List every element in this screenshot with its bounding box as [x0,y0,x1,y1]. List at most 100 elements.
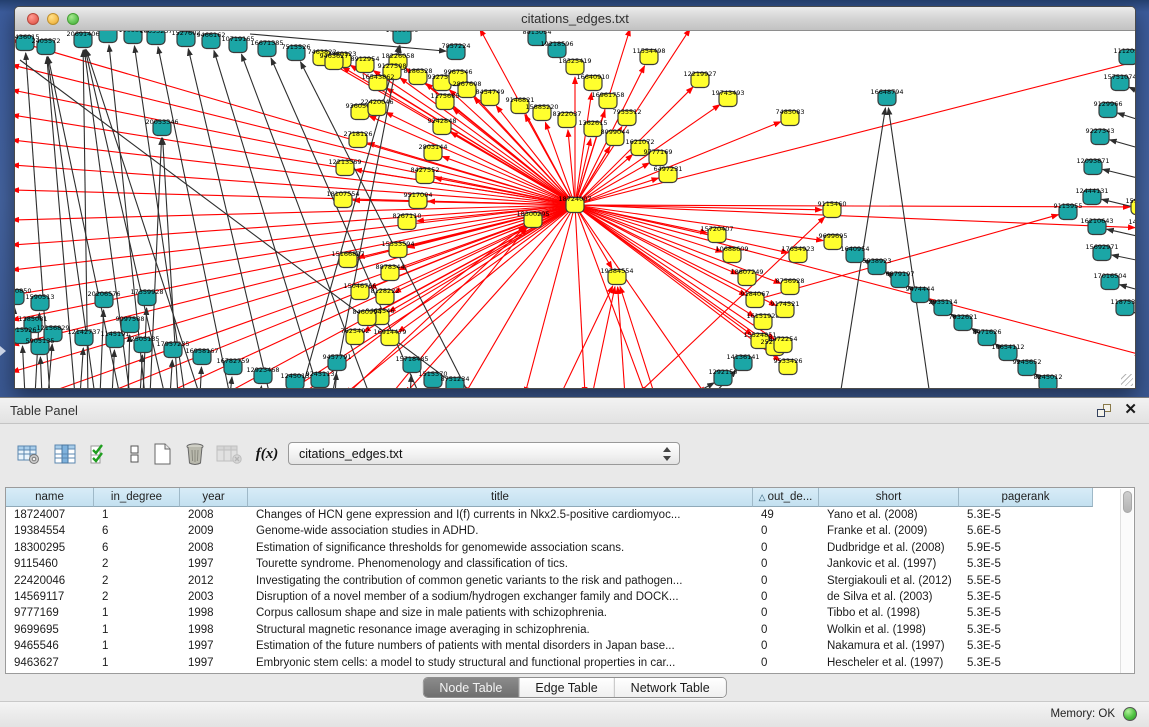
cell-title[interactable]: Corpus callosum shape and size in male p… [248,605,753,621]
float-panel-icon[interactable] [1097,404,1111,417]
graph-node-2803144[interactable]: 2803144 [419,143,448,161]
column-header-name[interactable]: name [6,488,94,507]
cell-out_de[interactable]: 49 [753,507,819,523]
graph-node-15692971[interactable]: 15692971 [1085,243,1118,261]
delete-column-button[interactable] [214,438,244,470]
cell-pagerank[interactable]: 5.9E-5 [959,540,1093,556]
cell-short[interactable]: Hescheler et al. (1997) [819,655,959,671]
table-row[interactable]: 977716911998Corpus callosum shape and si… [6,605,1120,621]
graph-node-8878344[interactable]: 8878344 [376,263,405,281]
graph-node-18325419[interactable]: 18325419 [558,57,591,75]
graph-node-15353594[interactable]: 15353594 [381,240,414,258]
graph-node-9129966[interactable]: 9129966 [1094,100,1123,118]
show-columns-button[interactable] [50,438,80,470]
cell-in_degree[interactable]: 2 [94,556,180,572]
graph-node-8454749[interactable]: 8454749 [476,88,505,106]
cell-out_de[interactable]: 0 [753,622,819,638]
cell-name[interactable]: 9777169 [6,605,94,621]
function-builder-button[interactable]: f(x) [252,438,282,470]
table-selector-dropdown[interactable]: citations_edges.txt [288,442,680,465]
cell-out_de[interactable]: 0 [753,655,819,671]
column-header-pagerank[interactable]: pagerank [959,488,1093,507]
graph-node-8322037[interactable]: 8322037 [553,110,582,128]
row-options-button[interactable] [120,438,150,470]
graph-node-16648794[interactable]: 16648794 [870,88,903,106]
graph-node-19743493[interactable]: 19743493 [711,89,744,107]
graph-node-16782759[interactable]: 16782759 [216,357,249,375]
graph-node-9777169[interactable]: 9777169 [644,148,673,166]
cell-year[interactable]: 2009 [180,523,248,539]
cell-title[interactable]: Embryonic stem cells: a model to study s… [248,655,753,671]
graph-node-1292150[interactable]: 1292150 [709,368,738,386]
cell-short[interactable]: Tibbo et al. (1998) [819,605,959,621]
graph-node-8756928[interactable]: 8756928 [776,277,805,295]
graph-node-12093871[interactable]: 12093871 [1076,157,1109,175]
cell-pagerank[interactable]: 5.5E-5 [959,573,1093,589]
cell-in_degree[interactable]: 1 [94,655,180,671]
cell-in_degree[interactable]: 1 [94,638,180,654]
cell-name[interactable]: 18724007 [6,507,94,523]
cell-title[interactable]: Estimation of the future numbers of pati… [248,638,753,654]
graph-node-9533426[interactable]: 9533426 [774,357,803,375]
cell-in_degree[interactable]: 2 [94,589,180,605]
cell-year[interactable]: 2008 [180,540,248,556]
graph-node-12923468[interactable]: 12923468 [246,366,279,384]
cell-name[interactable]: 14569117 [6,589,94,605]
cell-pagerank[interactable]: 5.3E-5 [959,655,1093,671]
cell-title[interactable]: Genome-wide association studies in ADHD. [248,523,753,539]
cell-title[interactable]: Tourette syndrome. Phenomenology and cla… [248,556,753,572]
graph-node-12142737[interactable]: 12142737 [67,328,100,346]
select-all-columns-button[interactable] [86,438,116,470]
cell-year[interactable]: 1997 [180,556,248,572]
graph-node-9457791[interactable]: 9457791 [323,353,352,371]
cell-in_degree[interactable]: 1 [94,605,180,621]
graph-node-16961758[interactable]: 16961758 [591,91,624,109]
table-row[interactable]: 969969511998Structural magnetic resonanc… [6,622,1120,638]
cell-year[interactable]: 2003 [180,589,248,605]
table-settings-button[interactable] [14,438,44,470]
graph-node-2405572[interactable]: 2405572 [32,37,61,55]
column-header-short[interactable]: short [819,488,959,507]
cell-year[interactable]: 2008 [180,507,248,523]
cell-pagerank[interactable]: 5.3E-5 [959,556,1093,572]
graph-node-8912954[interactable]: 8912954 [351,55,380,73]
cell-short[interactable]: Franke et al. (2009) [819,523,959,539]
new-table-button[interactable] [148,438,178,470]
graph-node-10653257[interactable]: 10653257 [139,31,172,45]
column-header-title[interactable]: title [248,488,753,507]
graph-node-19218596[interactable]: 19218596 [540,40,573,58]
graph-node-9115955[interactable]: 9115955 [1054,202,1083,220]
cell-short[interactable]: Stergiakouli et al. (2012) [819,573,959,589]
cell-year[interactable]: 1998 [180,605,248,621]
cell-out_de[interactable]: 0 [753,605,819,621]
column-header-year[interactable]: year [180,488,248,507]
graph-node-20691406[interactable]: 20691406 [66,31,99,48]
graph-node-5905135[interactable]: 5905135 [26,337,55,355]
cell-year[interactable]: 2012 [180,573,248,589]
cell-short[interactable]: Nakamura et al. (1997) [819,638,959,654]
scrollbar-thumb[interactable] [1123,491,1132,513]
graph-node-14569117[interactable]: 14569117 [1128,218,1135,236]
graph-node-7485083[interactable]: 7485083 [776,108,805,126]
graph-node-16958167[interactable]: 16958167 [185,347,218,365]
citation-graph[interactable]: 1872400724360152405572206914062649714100… [15,31,1135,388]
graph-node-1590513[interactable]: 1590513 [26,293,55,311]
cell-name[interactable]: 9115460 [6,556,94,572]
graph-node-9245113[interactable]: 9245113 [306,370,335,388]
cell-name[interactable]: 19384554 [6,523,94,539]
column-header-out_de[interactable]: △out_de... [753,488,819,507]
cell-short[interactable]: Jankovic et al. (1997) [819,556,959,572]
network-canvas[interactable]: 1872400724360152405572206914062649714100… [15,31,1135,388]
tab-network-table[interactable]: Network Table [615,678,726,697]
graph-node-17016504[interactable]: 17016504 [1093,272,1126,290]
cell-name[interactable]: 9465546 [6,638,94,654]
table-row[interactable]: 1938455462009Genome-wide association stu… [6,523,1120,539]
tab-edge-table[interactable]: Edge Table [519,678,614,697]
column-header-in_degree[interactable]: in_degree [94,488,180,507]
cell-in_degree[interactable]: 2 [94,573,180,589]
graph-node-19384554[interactable]: 19384554 [600,267,633,285]
table-row[interactable]: 946554611997Estimation of the future num… [6,638,1120,654]
table-row[interactable]: 1872400712008Changes of HCN gene express… [6,507,1120,523]
cell-pagerank[interactable]: 5.3E-5 [959,507,1093,523]
cell-title[interactable]: Investigating the contribution of common… [248,573,753,589]
